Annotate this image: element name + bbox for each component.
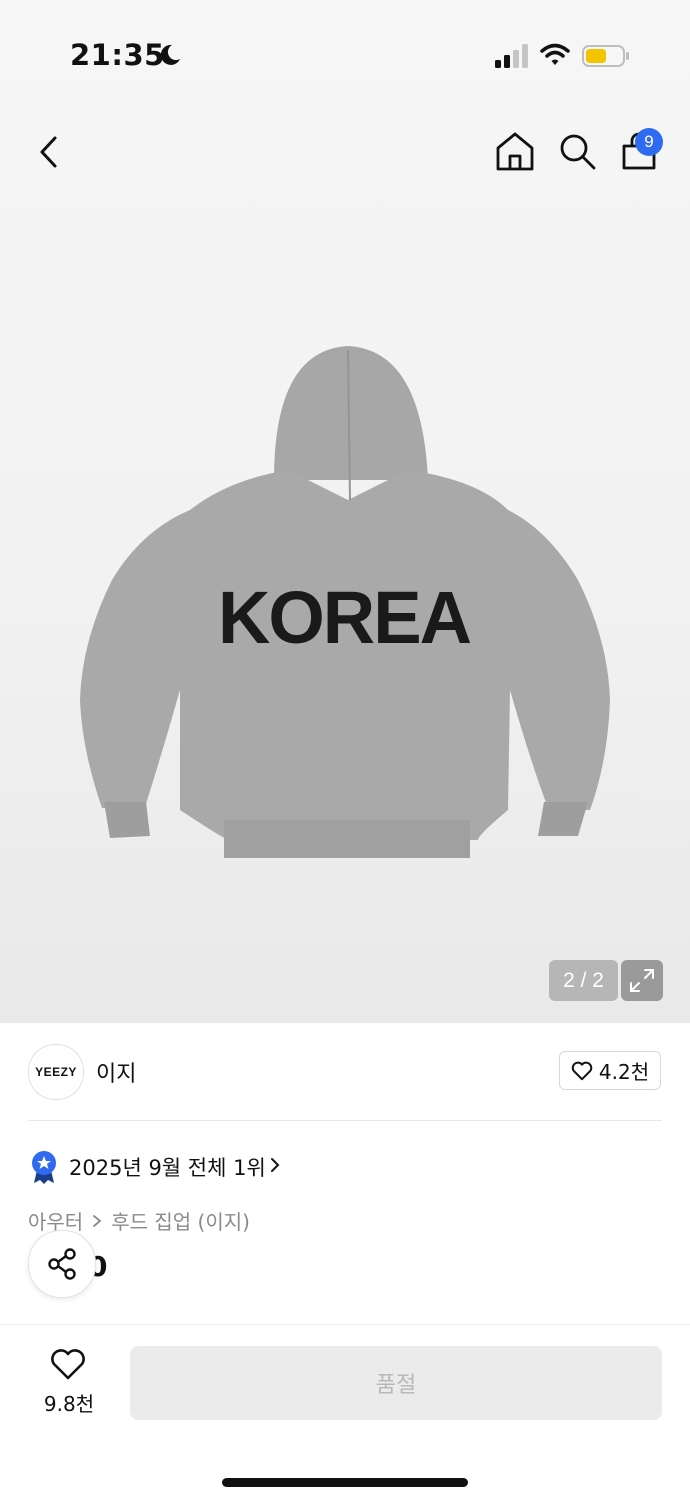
home-icon[interactable] — [494, 130, 536, 172]
share-icon — [48, 1248, 76, 1280]
heart-icon[interactable] — [50, 1349, 86, 1381]
moon-icon — [160, 44, 180, 65]
brand-like-button[interactable]: 4.2천 — [559, 1051, 661, 1090]
chevron-right-icon — [271, 1158, 280, 1172]
cart-count-badge: 9 — [635, 128, 663, 156]
signal-icon — [495, 44, 528, 68]
breadcrumb-subcategory[interactable]: 후드 집업 (이지) — [111, 1206, 250, 1235]
rank-badge-icon — [32, 1151, 56, 1184]
wishlist-count: 9.8천 — [43, 1392, 95, 1416]
ranking-link[interactable]: 2025년 9월 전체 1위 — [69, 1152, 266, 1182]
wifi-icon — [540, 43, 570, 65]
image-counter: 2 / 2 — [549, 960, 618, 1001]
home-indicator — [222, 1478, 468, 1487]
expand-icon[interactable] — [621, 960, 663, 1001]
search-icon[interactable] — [556, 130, 598, 172]
sold-out-button[interactable]: 품절 — [130, 1346, 662, 1420]
brand-name[interactable]: 이지 — [96, 1056, 136, 1088]
status-bar: 21:35 — [0, 0, 690, 100]
hoodie-print-text: KOREA — [217, 576, 472, 659]
status-time: 21:35 — [70, 38, 165, 72]
chevron-right-icon — [93, 1214, 102, 1227]
brand-like-count: 4.2천 — [598, 1060, 650, 1084]
heart-icon — [571, 1061, 593, 1080]
share-button[interactable] — [28, 1230, 96, 1298]
battery-icon — [582, 45, 629, 67]
back-icon[interactable] — [30, 130, 70, 174]
divider — [28, 1120, 662, 1121]
brand-logo[interactable]: YEEZY — [28, 1044, 84, 1100]
